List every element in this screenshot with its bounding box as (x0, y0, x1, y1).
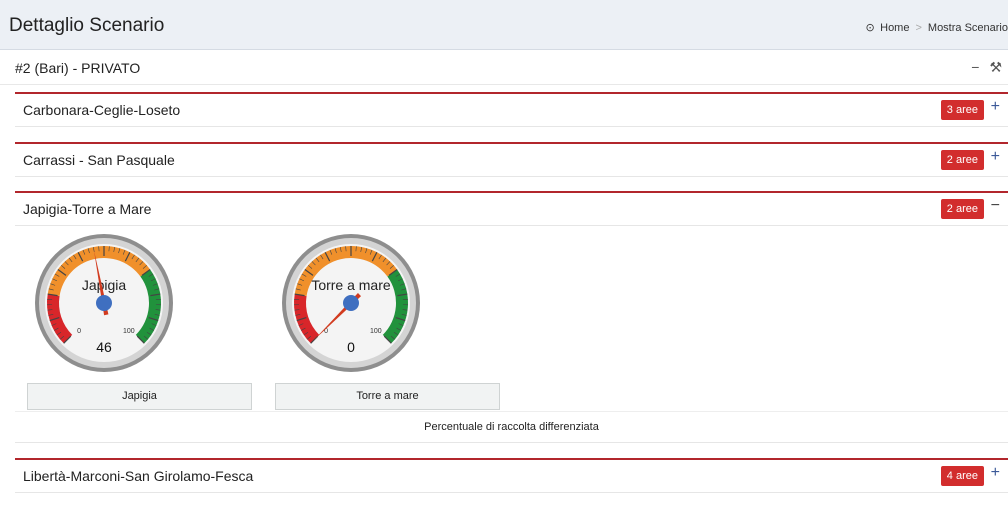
expand-button[interactable]: + (991, 98, 1000, 116)
gauge-japigia: Japigia 0 100 46 (35, 234, 173, 372)
gauge-value-label: 46 (96, 339, 112, 355)
areas-badge: 2 aree (940, 199, 984, 219)
district-name: Carbonara-Ceglie-Loseto (23, 102, 181, 118)
scenario-title: #2 (Bari) - PRIVATO (15, 60, 141, 76)
gauge-title: Torre a mare (311, 277, 391, 293)
district-name: Carrassi - San Pasquale (23, 152, 175, 168)
breadcrumb-home[interactable]: Home (880, 22, 909, 34)
gauge-max-label: 100 (123, 328, 135, 335)
gauge-hub (343, 295, 359, 311)
breadcrumb-current: Mostra Scenario (927, 22, 1008, 34)
scenario-box-header: #2 (Bari) - PRIVATO − ⚒ (0, 51, 1008, 85)
gauge-min-label: 0 (77, 328, 81, 335)
collapse-button[interactable]: − (971, 59, 979, 75)
gauge-hub (96, 295, 112, 311)
district-name: Japigia-Torre a Mare (23, 201, 152, 217)
gauge-max-label: 100 (370, 328, 382, 335)
district-name: Libertà-Marconi-San Girolamo-Fesca (23, 468, 254, 484)
gauge-title: Japigia (82, 277, 127, 293)
areas-badge: 2 aree (940, 150, 984, 170)
page-title: Dettaglio Scenario (9, 15, 165, 36)
breadcrumb: ⊙ Home > Mostra Scenario (864, 21, 1008, 34)
district-panel-header[interactable]: Carrassi - San Pasquale 2 aree + (15, 144, 1008, 177)
district-panel-header[interactable]: Libertà-Marconi-San Girolamo-Fesca 4 are… (15, 460, 1008, 493)
gauge-torre-a-mare: Torre a mare0 1000 (282, 234, 420, 372)
district-panel-header[interactable]: Carbonara-Ceglie-Loseto 3 aree + (15, 94, 1008, 127)
district-panel-liberta: Libertà-Marconi-San Girolamo-Fesca 4 are… (15, 458, 1008, 493)
wrench-icon[interactable]: ⚒ (989, 59, 1002, 76)
expand-button[interactable]: + (991, 464, 1000, 482)
areas-badge: 3 aree (940, 100, 984, 120)
district-panel-header[interactable]: Japigia-Torre a Mare 2 aree − (15, 193, 1008, 226)
expand-button[interactable]: + (991, 148, 1000, 166)
collapse-button[interactable]: − (991, 197, 1000, 215)
chart-caption: Percentuale di raccolta differenziata (15, 411, 1008, 443)
district-panel-japigia: Japigia-Torre a Mare 2 aree − (15, 191, 1008, 226)
district-panel-carbonara: Carbonara-Ceglie-Loseto 3 aree + (15, 92, 1008, 127)
breadcrumb-separator: > (915, 22, 922, 34)
scenario-tools: − ⚒ (961, 59, 1002, 76)
tachometer-icon: ⊙ (865, 22, 875, 34)
gauge-value-label: 0 (347, 339, 355, 355)
gauge-button-torre-a-mare[interactable]: Torre a mare (275, 383, 500, 410)
areas-badge: 4 aree (940, 466, 984, 486)
page-header: Dettaglio Scenario ⊙ Home > Mostra Scenario (0, 0, 1008, 50)
district-panel-carrassi: Carrassi - San Pasquale 2 aree + (15, 142, 1008, 177)
gauge-button-japigia[interactable]: Japigia (27, 383, 252, 410)
